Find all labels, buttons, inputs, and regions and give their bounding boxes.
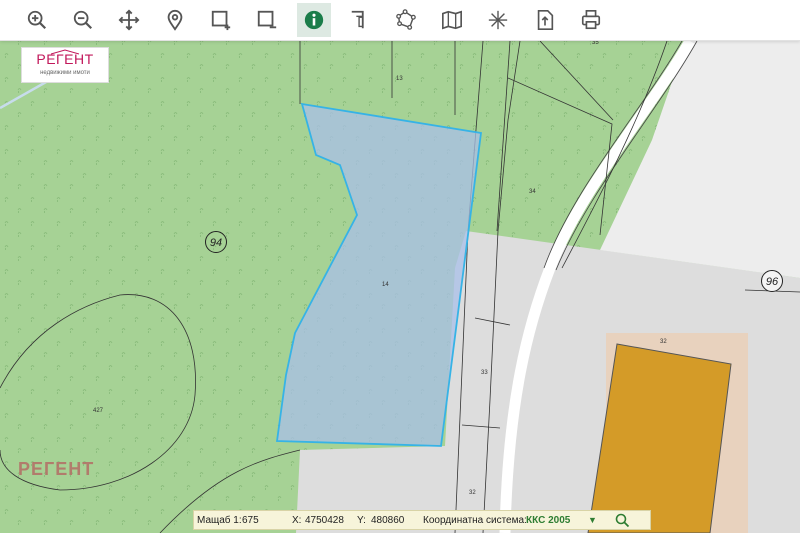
zoom-out-icon [73,10,93,30]
plot-label: 13 [396,76,403,82]
export-button[interactable] [528,3,562,37]
measure-distance-icon [351,10,364,29]
x-coord-label: X: [292,515,302,526]
info-icon [304,10,324,30]
y-coord-label: Y: [357,515,366,526]
search-button[interactable] [612,512,634,528]
scale-value[interactable]: 675 [242,515,259,526]
measure-area-icon [396,9,416,30]
coordinates-icon [488,10,508,30]
select-remove-button[interactable] [250,3,284,37]
plot-label: 33 [481,370,488,376]
map-toolbar [0,0,800,41]
y-coord-value: 480860 [371,515,405,526]
print-icon [581,10,601,30]
map-canvas[interactable]: 13 34 14 33 32 32 427 35 94 96 [0,41,800,533]
scale-label: Мащаб 1: [197,515,242,526]
map-layers-button[interactable] [435,3,469,37]
print-button[interactable] [574,3,608,37]
plot-label: 427 [93,408,104,414]
measure-area-button[interactable] [389,3,423,37]
zoom-out-button[interactable] [66,3,100,37]
plot-label: 34 [529,189,536,195]
block-label: 96 [766,276,779,288]
brand-logo: РЕГЕНТ недвижими имоти [21,47,109,83]
pan-icon [118,9,140,31]
zoom-in-button[interactable] [20,3,54,37]
export-icon [537,10,554,30]
select-add-icon [211,10,231,31]
triangle-down-icon[interactable]: ▼ [588,515,597,525]
map-pin-icon [167,9,183,31]
select-remove-icon [257,10,277,29]
plot-label: 32 [660,339,667,345]
logo-subtitle: недвижими имоти [40,70,90,76]
status-bar: Мащаб 1: 675 X: 4750428 Y: 480860 Коорди… [193,510,651,530]
crs-select[interactable]: ККС 2005 [526,515,570,526]
select-add-button[interactable] [204,3,238,37]
plot-label: 35 [592,41,599,46]
search-icon [615,513,630,528]
map-layers-icon [442,10,462,30]
watermark: РЕГЕНТ [18,459,95,479]
plot-label: 32 [469,490,476,496]
zoom-in-icon [27,10,47,30]
block-marker-96: 96 [761,270,783,292]
x-coord-value: 4750428 [305,515,344,526]
block-label: 94 [210,237,222,249]
plot-label: 14 [382,282,389,288]
info-button[interactable] [297,3,331,37]
logo-text: РЕГЕНТ [36,51,94,67]
coordinates-button[interactable] [481,3,515,37]
crs-label: Координатна система: [423,515,527,526]
measure-distance-button[interactable] [343,3,377,37]
pan-button[interactable] [112,3,146,37]
map-pin-button[interactable] [158,3,192,37]
